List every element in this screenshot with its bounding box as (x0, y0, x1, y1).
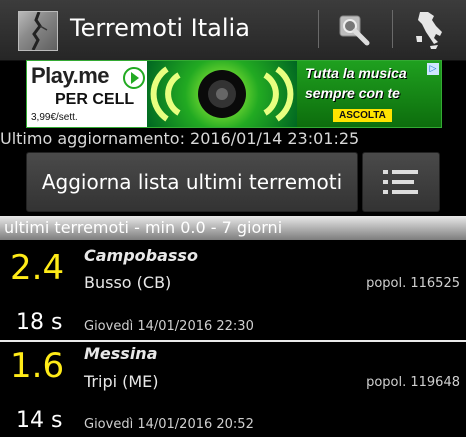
ad-cta-button[interactable]: ASCOLTA (333, 109, 392, 122)
actionbar-divider (392, 10, 393, 48)
datetime-text: Giovedì 14/01/2016 20:52 (84, 417, 254, 432)
ad-line-2: sempre con te (305, 85, 400, 101)
population-text: popol. 119648 (366, 375, 460, 390)
speaker-graphic (147, 61, 297, 127)
adchoices-icon[interactable]: ▷ (427, 63, 439, 75)
place-name: Tripi (ME) (84, 372, 159, 391)
ad-logo: Play.me (31, 63, 110, 88)
ad-price: 3,99€/sett. (31, 112, 78, 123)
section-header: ultimi terremoti - min 0.0 - 7 giorni (0, 216, 466, 240)
refresh-button[interactable]: Aggiorna lista ultimi terremoti (26, 152, 358, 212)
time-ago: 14 s (16, 408, 63, 433)
datetime-text: Giovedì 14/01/2016 22:30 (84, 319, 254, 334)
ad-right-panel: Tutta la musica sempre con te ASCOLTA ▷ (297, 61, 441, 127)
search-tool-icon (339, 15, 370, 46)
speaker-icon (150, 66, 294, 122)
quake-list-item[interactable]: 1.6 Messina Tripi (ME) popol. 119648 14 … (0, 342, 466, 437)
app-title: Terremoti Italia (70, 14, 250, 42)
refresh-button-label: Aggiorna lista ultimi terremoti (41, 170, 343, 194)
ad-banner[interactable]: Play.me PER CELL 3,99€/sett. Tutta la mu… (26, 60, 442, 128)
list-icon (383, 170, 418, 194)
population-text: popol. 116525 (366, 276, 460, 291)
area-name: Campobasso (84, 246, 198, 265)
italy-map-icon (416, 12, 442, 49)
app-logo-icon[interactable] (18, 11, 58, 51)
ad-line-1: Tutta la musica (305, 65, 407, 81)
place-name: Busso (CB) (84, 273, 172, 292)
ad-left-panel: Play.me PER CELL 3,99€/sett. (27, 61, 147, 127)
list-options-button[interactable] (362, 152, 440, 212)
play-icon (123, 67, 145, 89)
search-tool-button[interactable] (332, 8, 376, 52)
map-button[interactable] (408, 8, 452, 52)
action-bar: Terremoti Italia (0, 0, 466, 61)
ad-subtitle: PER CELL (55, 91, 135, 108)
area-name: Messina (84, 344, 158, 363)
actionbar-divider (318, 10, 319, 48)
quake-list-item[interactable]: 2.4 Campobasso Busso (CB) popol. 116525 … (0, 242, 466, 342)
time-ago: 18 s (16, 310, 63, 335)
magnitude-value: 2.4 (10, 248, 65, 288)
magnitude-value: 1.6 (10, 346, 65, 386)
last-update-text: Ultimo aggiornamento: 2016/01/14 23:01:2… (0, 129, 360, 148)
